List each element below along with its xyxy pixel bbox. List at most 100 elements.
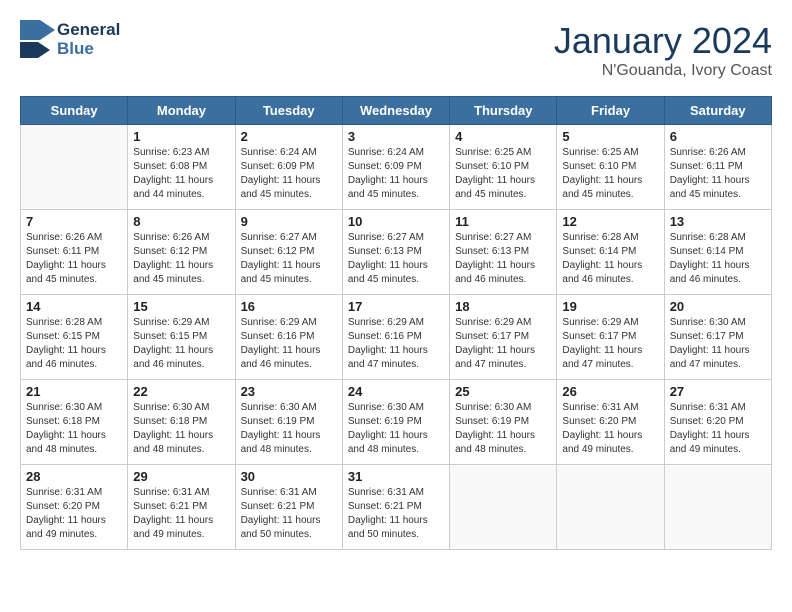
day-cell-3: 3 Sunrise: 6:24 AM Sunset: 6:09 PM Daylig… (342, 125, 449, 210)
day-cell-4: 4Sunrise: 6:25 AM Sunset: 6:10 PM Daylig… (450, 125, 557, 210)
day-number: 19 (562, 299, 658, 314)
week-row-5: 28 Sunrise: 6:31 AM Sunset: 6:20 PM Dayli… (21, 465, 772, 550)
day-number: 17 (348, 299, 444, 314)
day-info: Sunrise: 6:29 AM Sunset: 6:17 PM Dayligh… (455, 316, 551, 372)
day-number: 15 (133, 299, 229, 314)
day-info: Sunrise: 6:31 AM Sunset: 6:20 PM Dayligh… (670, 401, 766, 457)
day-cell-6: 6Sunrise: 6:26 AM Sunset: 6:11 PM Daylig… (664, 125, 771, 210)
day-cell-31: 31 Sunrise: 6:31 AM Sunset: 6:21 PM Dayli… (342, 465, 449, 550)
day-number: 25 (455, 384, 551, 399)
day-number: 30 (241, 469, 337, 484)
day-number: 4 (455, 129, 551, 144)
day-cell-23: 23 Sunrise: 6:30 AM Sunset: 6:19 PM Dayli… (235, 380, 342, 465)
day-number: 23 (241, 384, 337, 399)
day-info: Sunrise: 6:30 AM Sunset: 6:19 PM Dayligh… (455, 401, 551, 457)
day-info: Sunrise: 6:27 AM Sunset: 6:13 PM Dayligh… (455, 231, 551, 287)
day-cell-11: 11 Sunrise: 6:27 AM Sunset: 6:13 PM Dayli… (450, 210, 557, 295)
day-number: 22 (133, 384, 229, 399)
weekday-header-tuesday: Tuesday (235, 97, 342, 125)
day-info: Sunrise: 6:30 AM Sunset: 6:19 PM Dayligh… (241, 401, 337, 457)
day-info: Sunrise: 6:25 AM Sunset: 6:10 PM Dayligh… (562, 146, 658, 202)
weekday-header-wednesday: Wednesday (342, 97, 449, 125)
empty-cell (21, 125, 128, 210)
day-number: 5 (562, 129, 658, 144)
day-info: Sunrise: 6:30 AM Sunset: 6:19 PM Dayligh… (348, 401, 444, 457)
day-cell-27: 27 Sunrise: 6:31 AM Sunset: 6:20 PM Dayli… (664, 380, 771, 465)
weekday-header-monday: Monday (128, 97, 235, 125)
day-number: 9 (241, 214, 337, 229)
month-title: January 2024 (554, 20, 772, 62)
empty-cell (557, 465, 664, 550)
day-number: 11 (455, 214, 551, 229)
day-info: Sunrise: 6:26 AM Sunset: 6:11 PM Dayligh… (26, 231, 122, 287)
day-number: 18 (455, 299, 551, 314)
day-number: 12 (562, 214, 658, 229)
day-info: Sunrise: 6:31 AM Sunset: 6:20 PM Dayligh… (26, 486, 122, 542)
day-info: Sunrise: 6:29 AM Sunset: 6:16 PM Dayligh… (348, 316, 444, 372)
day-info: Sunrise: 6:29 AM Sunset: 6:15 PM Dayligh… (133, 316, 229, 372)
day-info: Sunrise: 6:28 AM Sunset: 6:14 PM Dayligh… (562, 231, 658, 287)
day-cell-1: 1Sunrise: 6:23 AM Sunset: 6:08 PM Daylig… (128, 125, 235, 210)
day-cell-7: 7 Sunrise: 6:26 AM Sunset: 6:11 PM Daylig… (21, 210, 128, 295)
day-cell-20: 20 Sunrise: 6:30 AM Sunset: 6:17 PM Dayli… (664, 295, 771, 380)
day-cell-28: 28 Sunrise: 6:31 AM Sunset: 6:20 PM Dayli… (21, 465, 128, 550)
weekday-header-thursday: Thursday (450, 97, 557, 125)
logo: GeneralBlue (20, 20, 120, 60)
day-number: 13 (670, 214, 766, 229)
day-cell-26: 26Sunrise: 6:31 AM Sunset: 6:20 PM Dayli… (557, 380, 664, 465)
week-row-2: 7 Sunrise: 6:26 AM Sunset: 6:11 PM Daylig… (21, 210, 772, 295)
title-block: January 2024 N'Gouanda, Ivory Coast (554, 20, 772, 80)
day-number: 16 (241, 299, 337, 314)
day-cell-13: 13Sunrise: 6:28 AM Sunset: 6:14 PM Dayli… (664, 210, 771, 295)
day-info: Sunrise: 6:31 AM Sunset: 6:21 PM Dayligh… (241, 486, 337, 542)
day-cell-29: 29Sunrise: 6:31 AM Sunset: 6:21 PM Dayli… (128, 465, 235, 550)
empty-cell (664, 465, 771, 550)
day-info: Sunrise: 6:26 AM Sunset: 6:12 PM Dayligh… (133, 231, 229, 287)
day-cell-18: 18 Sunrise: 6:29 AM Sunset: 6:17 PM Dayli… (450, 295, 557, 380)
day-cell-12: 12 Sunrise: 6:28 AM Sunset: 6:14 PM Dayli… (557, 210, 664, 295)
day-cell-2: 2Sunrise: 6:24 AM Sunset: 6:09 PM Daylig… (235, 125, 342, 210)
day-info: Sunrise: 6:30 AM Sunset: 6:18 PM Dayligh… (26, 401, 122, 457)
day-cell-22: 22Sunrise: 6:30 AM Sunset: 6:18 PM Dayli… (128, 380, 235, 465)
day-cell-19: 19 Sunrise: 6:29 AM Sunset: 6:17 PM Dayli… (557, 295, 664, 380)
day-number: 10 (348, 214, 444, 229)
day-cell-30: 30 Sunrise: 6:31 AM Sunset: 6:21 PM Dayli… (235, 465, 342, 550)
day-info: Sunrise: 6:31 AM Sunset: 6:20 PM Dayligh… (562, 401, 658, 457)
day-info: Sunrise: 6:29 AM Sunset: 6:17 PM Dayligh… (562, 316, 658, 372)
day-number: 6 (670, 129, 766, 144)
day-cell-16: 16Sunrise: 6:29 AM Sunset: 6:16 PM Dayli… (235, 295, 342, 380)
day-number: 29 (133, 469, 229, 484)
day-number: 7 (26, 214, 122, 229)
day-number: 27 (670, 384, 766, 399)
weekday-header-saturday: Saturday (664, 97, 771, 125)
day-number: 21 (26, 384, 122, 399)
day-number: 2 (241, 129, 337, 144)
weekday-header-row: SundayMondayTuesdayWednesdayThursdayFrid… (21, 97, 772, 125)
day-number: 20 (670, 299, 766, 314)
day-cell-25: 25 Sunrise: 6:30 AM Sunset: 6:19 PM Dayli… (450, 380, 557, 465)
day-cell-17: 17 Sunrise: 6:29 AM Sunset: 6:16 PM Dayli… (342, 295, 449, 380)
weekday-header-friday: Friday (557, 97, 664, 125)
week-row-4: 21 Sunrise: 6:30 AM Sunset: 6:18 PM Dayli… (21, 380, 772, 465)
day-cell-21: 21 Sunrise: 6:30 AM Sunset: 6:18 PM Dayli… (21, 380, 128, 465)
day-cell-15: 15 Sunrise: 6:29 AM Sunset: 6:15 PM Dayli… (128, 295, 235, 380)
week-row-1: 1Sunrise: 6:23 AM Sunset: 6:08 PM Daylig… (21, 125, 772, 210)
day-number: 8 (133, 214, 229, 229)
day-info: Sunrise: 6:31 AM Sunset: 6:21 PM Dayligh… (348, 486, 444, 542)
day-info: Sunrise: 6:24 AM Sunset: 6:09 PM Dayligh… (348, 146, 444, 202)
day-cell-24: 24 Sunrise: 6:30 AM Sunset: 6:19 PM Dayli… (342, 380, 449, 465)
calendar-table: SundayMondayTuesdayWednesdayThursdayFrid… (20, 96, 772, 550)
day-cell-10: 10Sunrise: 6:27 AM Sunset: 6:13 PM Dayli… (342, 210, 449, 295)
day-number: 3 (348, 129, 444, 144)
day-number: 31 (348, 469, 444, 484)
weekday-header-sunday: Sunday (21, 97, 128, 125)
day-cell-8: 8 Sunrise: 6:26 AM Sunset: 6:12 PM Daylig… (128, 210, 235, 295)
day-info: Sunrise: 6:28 AM Sunset: 6:15 PM Dayligh… (26, 316, 122, 372)
day-number: 28 (26, 469, 122, 484)
day-cell-14: 14 Sunrise: 6:28 AM Sunset: 6:15 PM Dayli… (21, 295, 128, 380)
location: N'Gouanda, Ivory Coast (554, 62, 772, 80)
day-info: Sunrise: 6:30 AM Sunset: 6:17 PM Dayligh… (670, 316, 766, 372)
day-number: 24 (348, 384, 444, 399)
day-info: Sunrise: 6:23 AM Sunset: 6:08 PM Dayligh… (133, 146, 229, 202)
day-number: 14 (26, 299, 122, 314)
